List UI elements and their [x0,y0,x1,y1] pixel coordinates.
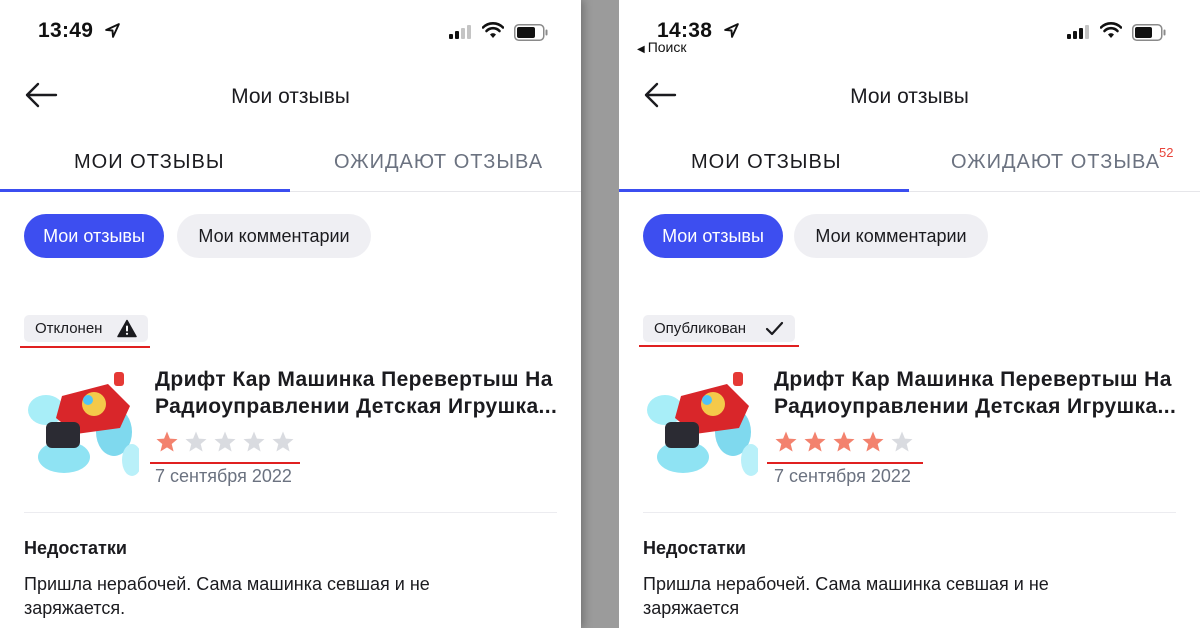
tab-bar: Мои отзывы Ожидают отзыва 52 [619,136,1200,192]
tab-my-reviews[interactable]: Мои отзывы [691,151,842,174]
star-empty-icon [272,431,294,452]
wifi-icon [1100,22,1122,38]
divider [643,512,1176,513]
status-bar: 14:38 ◀ Поиск [619,0,1200,62]
nav-header: Мои отзывы [619,66,1200,126]
location-arrow-icon [105,23,120,38]
wifi-icon [482,22,504,38]
page-title: Мои отзывы [231,85,350,108]
product-thumbnail[interactable] [643,362,758,482]
back-to-app-label: Поиск [647,39,687,55]
status-bar: 13:49 [0,0,581,62]
page-title: Мои отзывы [850,85,969,108]
star-filled-icon [775,431,797,452]
tab-awaiting-review[interactable]: Ожидают отзыва [951,151,1160,174]
review-status-badge: Отклонен [24,315,148,342]
cellular-signal-icon [449,25,473,39]
back-to-app-link[interactable]: ◀ Поиск [637,39,687,55]
checkmark-icon [765,321,784,336]
warning-icon [117,319,137,338]
star-filled-icon [833,431,855,452]
annotation-underline [639,345,799,347]
review-status-badge: Опубликован [643,315,795,342]
star-empty-icon [185,431,207,452]
star-empty-icon [891,431,913,452]
product-title[interactable]: Дрифт Кар Машинка Перевертыш На Радиоупр… [155,366,565,420]
cons-section-text: Пришла нерабочей. Сама машинка севшая и … [24,574,430,618]
star-filled-icon [862,431,884,452]
review-card[interactable]: Дрифт Кар Машинка Перевертыш На Радиоупр… [643,362,1183,492]
battery-icon [1132,24,1166,41]
active-tab-indicator [0,189,290,192]
active-tab-indicator [619,189,909,192]
divider [24,512,557,513]
location-arrow-icon [724,23,739,38]
cellular-signal-icon [1067,25,1091,39]
awaiting-count-badge: 52 [1159,145,1174,160]
star-empty-icon [214,431,236,452]
review-date: 7 сентября 2022 [155,466,292,486]
phone-screen-right: 14:38 ◀ Поиск Мои отзывы Мои отзывы Ожида… [619,0,1200,628]
nav-header: Мои отзывы [0,66,581,126]
tab-my-reviews[interactable]: Мои отзывы [74,151,225,174]
product-thumbnail[interactable] [24,362,139,482]
annotation-underline [20,346,150,348]
annotation-underline [150,462,300,464]
star-filled-icon [156,431,178,452]
cons-section-title: Недостатки [643,538,746,558]
back-triangle-icon: ◀ [637,44,645,55]
pill-my-comments[interactable]: Мои комментарии [794,214,988,258]
cons-section-title: Недостатки [24,538,127,558]
star-empty-icon [243,431,265,452]
pill-my-reviews[interactable]: Мои отзывы [643,214,783,258]
pill-my-reviews[interactable]: Мои отзывы [24,214,164,258]
product-title[interactable]: Дрифт Кар Машинка Перевертыш На Радиоупр… [774,366,1184,420]
review-card[interactable]: Дрифт Кар Машинка Перевертыш На Радиоупр… [24,362,564,492]
pill-my-comments[interactable]: Мои комментарии [177,214,371,258]
annotation-underline [767,462,923,464]
cons-section-text: Пришла нерабочей. Сама машинка севшая и … [643,574,1049,618]
tab-bar: Мои отзывы Ожидают отзыва [0,136,581,192]
battery-icon [514,24,548,41]
status-time: 13:49 [38,19,94,42]
review-status-label: Отклонен [35,320,103,337]
review-date: 7 сентября 2022 [774,466,911,486]
star-filled-icon [804,431,826,452]
review-status-label: Опубликован [654,320,747,337]
tab-awaiting-review[interactable]: Ожидают отзыва [334,151,543,174]
phone-screen-left: 13:49 Мои отзывы Мои отзывы Ожидают отзы… [0,0,581,628]
